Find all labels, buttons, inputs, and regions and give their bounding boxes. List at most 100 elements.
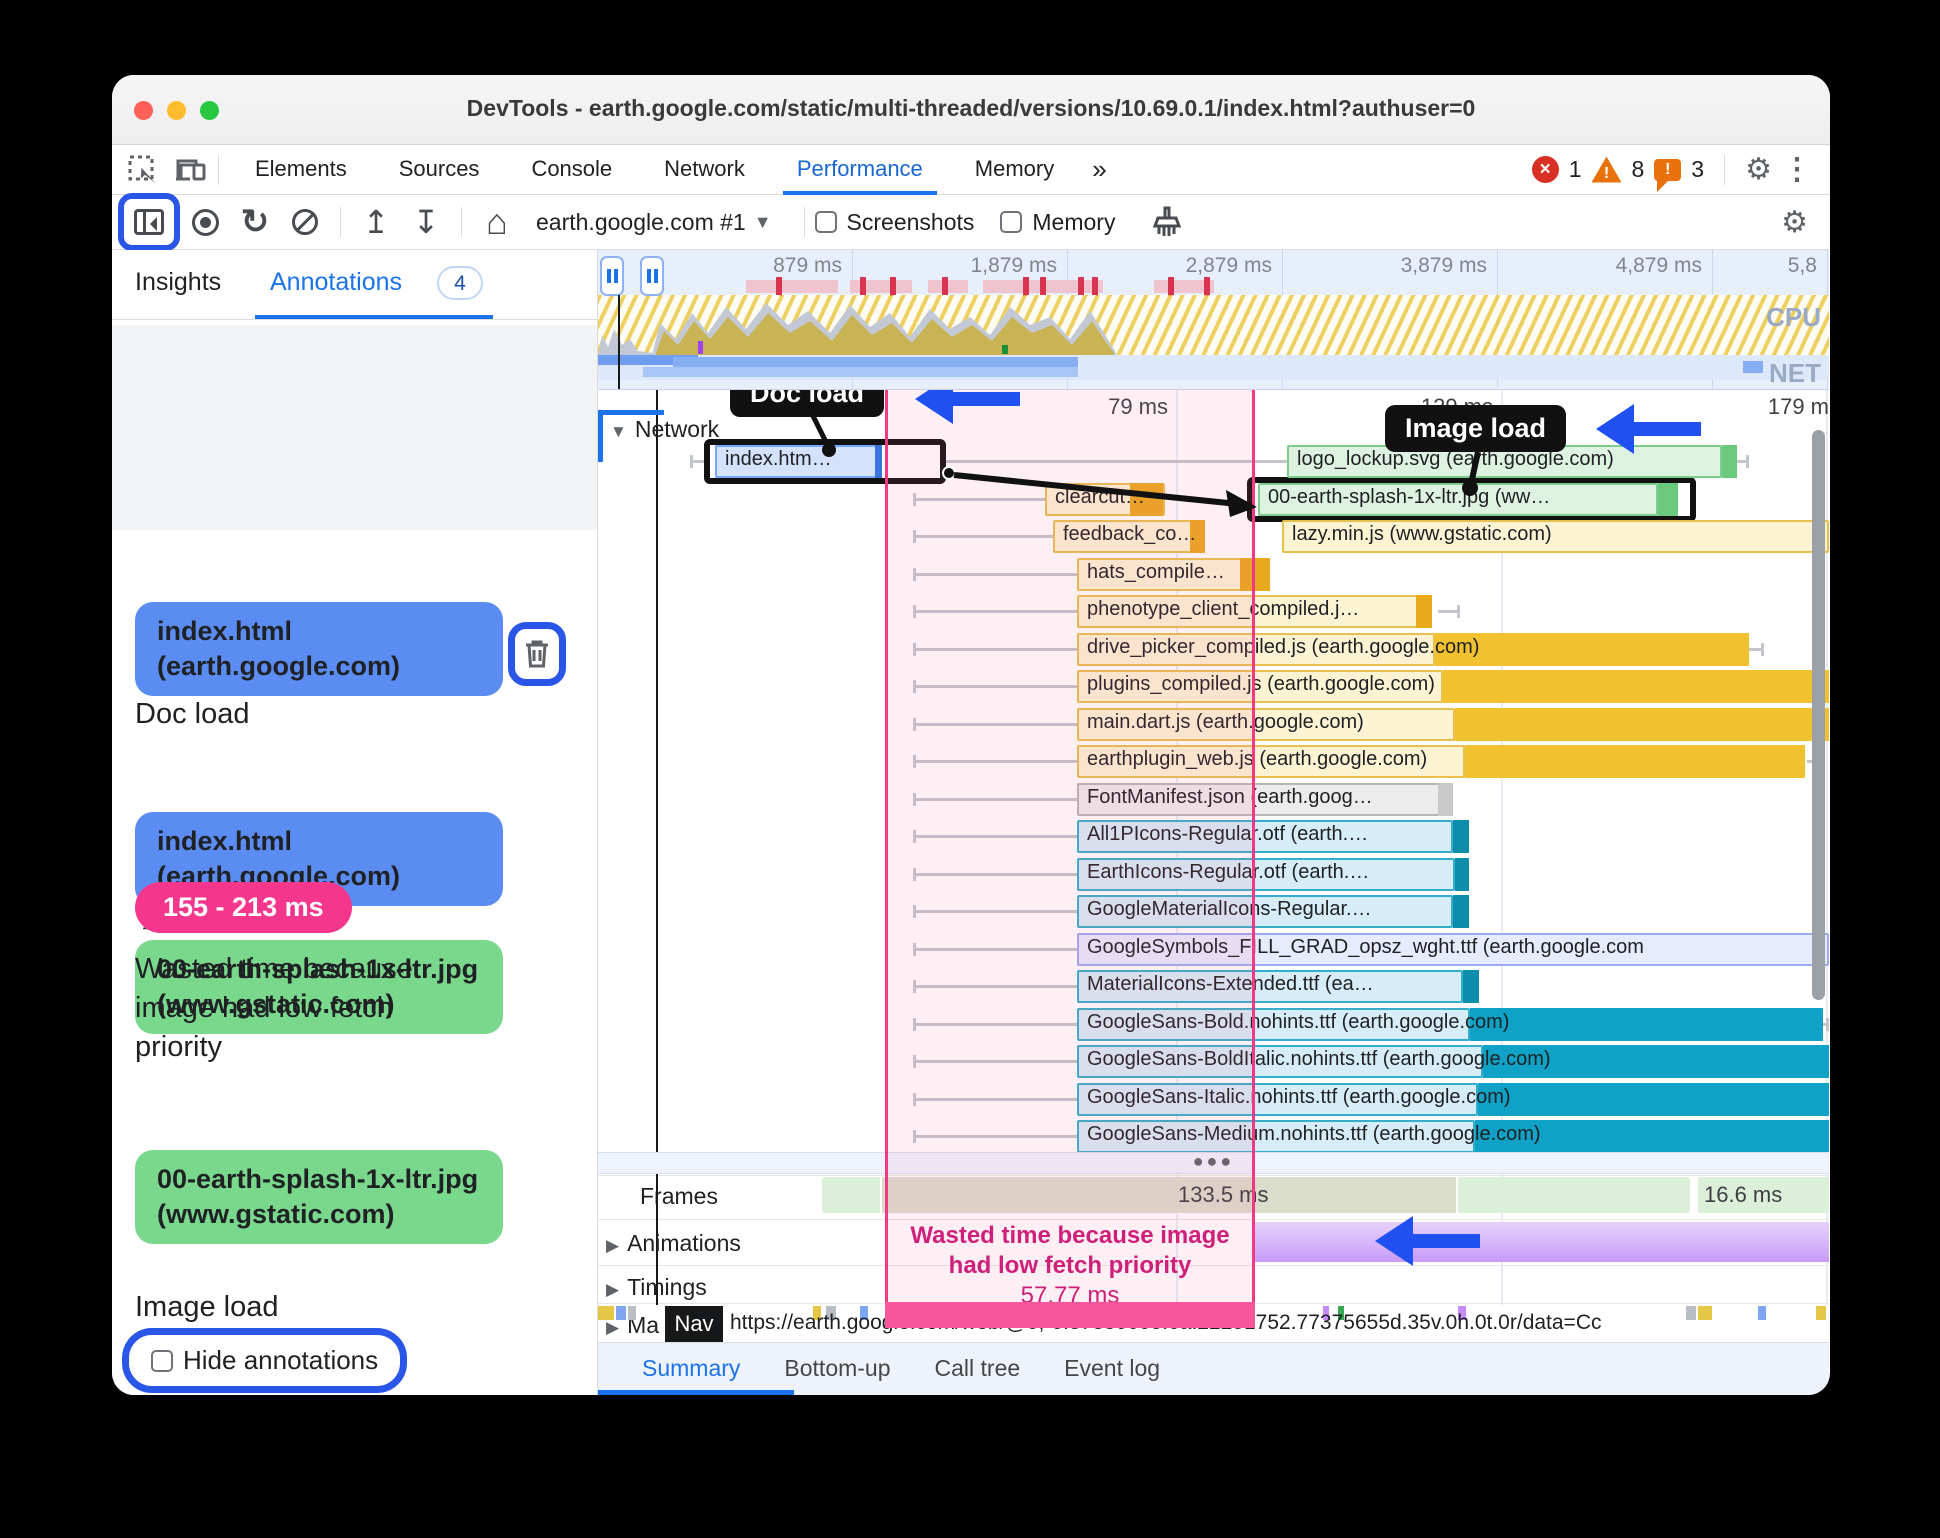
event-marker-tick	[776, 277, 782, 296]
net-band-label: NET	[1769, 358, 1821, 388]
navigation-marker-line	[618, 295, 620, 389]
request-queue-whisker	[913, 717, 1077, 731]
target-selector[interactable]: earth.google.com #1	[536, 209, 746, 236]
ruler-tick-label: 1,879 ms	[970, 254, 1057, 277]
request-label: GoogleSans-BoldItalic.nohints.ttf (earth…	[1087, 1048, 1551, 1070]
tab-annotations[interactable]: Annotations	[270, 268, 402, 297]
timeline-flamechart[interactable]: 79 ms129 ms179 m ▼Network index.htm…logo…	[598, 390, 1829, 1342]
request-queue-whisker	[913, 942, 1077, 956]
request-download-segment[interactable]	[1443, 670, 1829, 703]
inspect-element-icon[interactable]	[126, 153, 160, 187]
animations-track-header[interactable]: ▶ Animations	[606, 1230, 741, 1257]
delete-annotation-icon[interactable]	[524, 639, 550, 669]
overview-window-handle-right[interactable]	[640, 256, 664, 296]
screenshots-checkbox[interactable]	[814, 211, 837, 233]
vertical-scrollbar[interactable]	[1812, 430, 1825, 1000]
annotation-entry-pill[interactable]: index.html (earth.google.com)	[135, 602, 503, 697]
request-download-segment[interactable]	[1478, 1082, 1829, 1116]
kebab-menu-icon[interactable]: ⋮	[1782, 152, 1812, 187]
bottom-tab-call-tree[interactable]: Call tree	[935, 1343, 1021, 1396]
timeline-overview[interactable]: 879 ms 1,879 ms 2,879 ms 3,879 ms 4,879 ms 5,…	[598, 250, 1829, 390]
request-queue-whisker	[913, 642, 1077, 656]
device-toolbar-icon[interactable]	[174, 153, 208, 187]
warning-count: 8	[1631, 156, 1645, 182]
request-label: MaterialIcons-Extended.ttf (ea…	[1087, 973, 1374, 995]
network-overview-band	[598, 355, 1829, 380]
frames-track-label[interactable]: Frames	[640, 1183, 718, 1210]
request-queue-whisker	[913, 1017, 1077, 1031]
doc-load-annotation-chip[interactable]: Doc load	[730, 390, 885, 417]
tab-elements[interactable]: Elements	[229, 145, 373, 195]
bottom-tabbar: Summary Bottom-up Call tree Event log	[598, 1342, 1829, 1395]
request-download-segment[interactable]	[1465, 745, 1805, 778]
network-track-resizer[interactable]: ●●●	[598, 1152, 1829, 1174]
window-title: DevTools - earth.google.com/static/multi…	[466, 95, 1476, 121]
event-marker-band	[928, 280, 968, 293]
annotation-highlight-ring	[118, 193, 180, 251]
annotation-label[interactable]: Image load	[135, 1288, 279, 1327]
request-queue-whisker	[913, 980, 1077, 993]
event-marker-tick	[1092, 277, 1098, 296]
request-queue-whisker	[913, 455, 1287, 468]
home-icon[interactable]: ⌂	[477, 201, 517, 242]
request-label: feedback_co…	[1063, 523, 1197, 545]
tab-console[interactable]: Console	[505, 145, 638, 195]
request-queue-whisker	[913, 830, 1077, 843]
event-marker-tick	[1023, 277, 1029, 296]
event-marker-tick	[1078, 277, 1084, 296]
download-profile-icon[interactable]: ↧	[406, 202, 446, 242]
settings-gear-icon[interactable]: ⚙	[1745, 152, 1772, 187]
request-queue-whisker	[913, 755, 1077, 768]
bottom-tab-event-log[interactable]: Event log	[1064, 1343, 1160, 1396]
dock-side-toggle-icon[interactable]	[129, 202, 169, 242]
annotation-label[interactable]: Wasted time because image had low fetch …	[135, 950, 475, 1067]
flamechart-mini-tick	[628, 1306, 636, 1320]
clear-icon[interactable]	[285, 202, 325, 242]
annotation-entry-pill[interactable]: 00-earth-splash-1x-ltr.jpg (www.gstatic.…	[135, 1150, 503, 1245]
flamechart-mini-tick	[616, 1306, 626, 1320]
more-tabs-button[interactable]: »	[1080, 145, 1118, 195]
divider	[340, 207, 341, 237]
network-track-header[interactable]: ▼ Network	[610, 416, 719, 443]
tab-memory[interactable]: Memory	[949, 145, 1080, 195]
request-download-segment[interactable]	[1435, 632, 1749, 666]
tab-insights[interactable]: Insights	[135, 268, 221, 297]
request-end-cap	[1453, 820, 1469, 853]
upload-profile-icon[interactable]: ↥	[356, 202, 396, 242]
divider	[803, 207, 805, 237]
collect-garbage-icon[interactable]	[1146, 202, 1186, 242]
network-waterfall[interactable]: index.htm… logo_lockup.svg (earth.google.…	[598, 390, 1829, 1152]
bottom-tab-summary[interactable]: Summary	[642, 1343, 740, 1396]
annotation-range-pill[interactable]: 155 - 213 ms	[135, 882, 352, 934]
partial-frame-bar[interactable]	[880, 1177, 1458, 1213]
issues-icon[interactable]: !	[1654, 158, 1682, 192]
wasted-time-text: Wasted time because image	[910, 1222, 1230, 1249]
chevron-down-icon[interactable]: ▼	[754, 212, 772, 233]
tab-performance[interactable]: Performance	[771, 145, 949, 195]
request-queue-whisker	[913, 867, 1077, 881]
tab-network[interactable]: Network	[638, 145, 771, 195]
reload-record-icon[interactable]: ↻	[235, 202, 275, 242]
request-download-segment[interactable]	[1455, 707, 1829, 741]
tab-sources[interactable]: Sources	[373, 145, 506, 195]
error-icon[interactable]: ×	[1531, 156, 1559, 183]
animation-bar[interactable]	[1252, 1222, 1829, 1262]
hide-annotations-checkbox[interactable]	[151, 1349, 173, 1372]
active-tab-underline	[255, 315, 493, 319]
capture-settings-gear-icon[interactable]: ⚙	[1781, 205, 1808, 240]
image-load-annotation-chip[interactable]: Image load	[1385, 405, 1567, 452]
overview-window-handle-left[interactable]	[600, 256, 624, 296]
annotation-label[interactable]: Doc load	[135, 695, 249, 734]
performance-toolbar: ↻ ↥ ↧ ⌂ earth.google.com #1 ▼ Screenshot…	[112, 193, 1830, 251]
request-label: GoogleSymbols_FILL_GRAD_opsz_wght.ttf (e…	[1087, 935, 1644, 958]
memory-checkbox[interactable]	[1000, 211, 1023, 233]
request-download-segment[interactable]	[1470, 1007, 1823, 1041]
panel-tabs: Elements Sources Console Network Performance…	[229, 145, 1080, 195]
nav-marker-chip[interactable]: Nav	[665, 1306, 723, 1342]
request-label: phenotype_client_compiled.j…	[1087, 598, 1360, 620]
warning-icon[interactable]: !	[1591, 156, 1622, 183]
record-icon[interactable]	[185, 202, 225, 242]
frame-duration: 16.6 ms	[1704, 1182, 1783, 1207]
annotation-card-selected[interactable]	[112, 325, 597, 530]
bottom-tab-bottom-up[interactable]: Bottom-up	[784, 1343, 890, 1396]
